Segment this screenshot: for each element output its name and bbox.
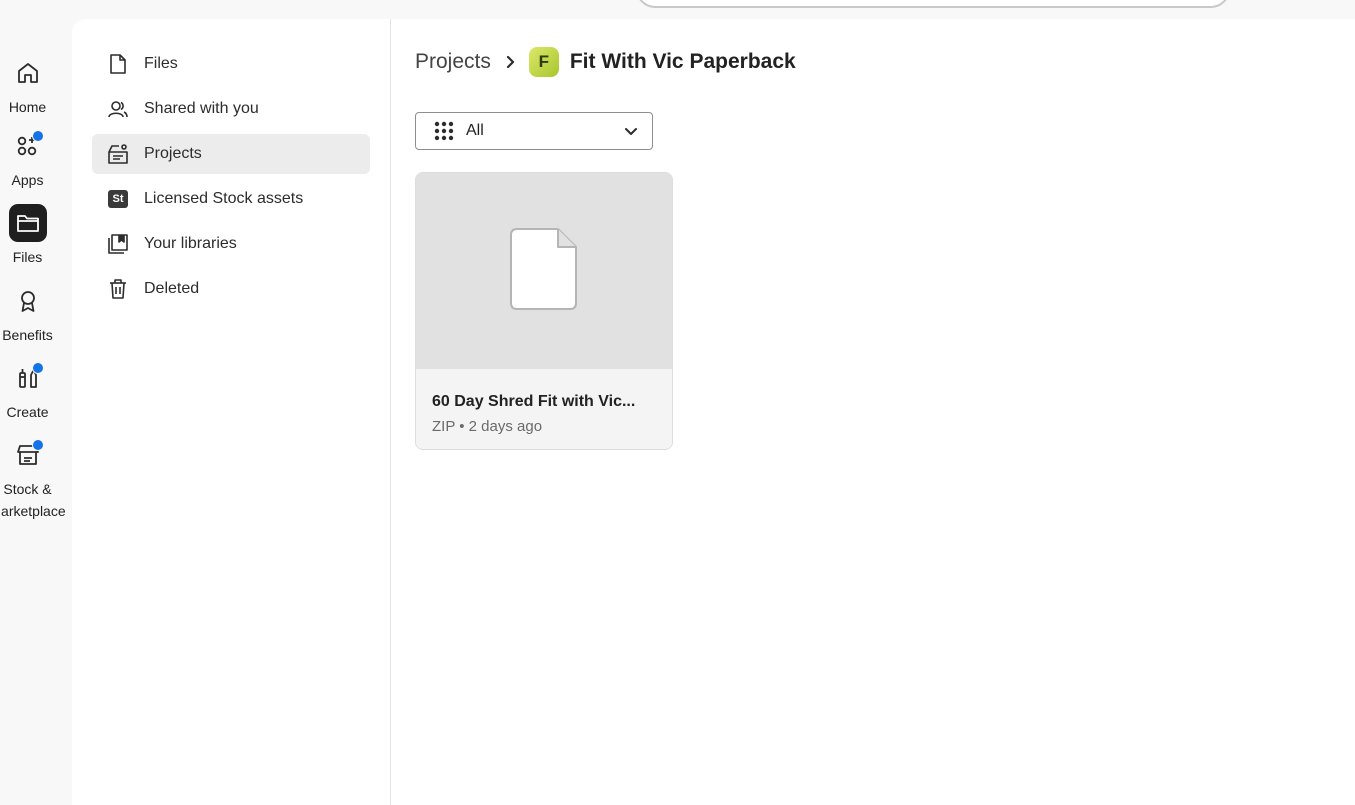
subnav-item-libraries[interactable]: Your libraries (92, 224, 370, 264)
rail-item-files[interactable]: Files (0, 204, 55, 268)
subnav-label: Your libraries (144, 235, 237, 252)
stock-badge: St (108, 190, 128, 208)
chevron-right-icon (505, 55, 515, 69)
rail-label-home: Home (8, 99, 47, 115)
breadcrumb-projects-link[interactable]: Projects (415, 50, 491, 74)
left-rail: Home Apps Files Benefits Create Stock & … (0, 40, 72, 805)
folder-icon (8, 204, 47, 242)
rail-label-stock-line2: Marketplace (0, 503, 66, 519)
people-icon (107, 98, 129, 120)
subnav-item-deleted[interactable]: Deleted (92, 269, 370, 309)
subnav-item-projects[interactable]: Projects (92, 134, 370, 174)
award-icon (9, 282, 47, 320)
subnav-item-shared[interactable]: Shared with you (92, 89, 370, 129)
grid-icon (433, 120, 455, 142)
subnav-label: Licensed Stock assets (144, 190, 304, 207)
subnav-item-files[interactable]: Files (92, 44, 370, 84)
project-avatar: F (528, 47, 559, 77)
rail-item-apps[interactable]: Apps (0, 127, 55, 191)
apps-icon (9, 127, 47, 165)
chevron-down-icon (624, 127, 638, 136)
main-content: Projects F Fit With Vic Paperback All 60… (391, 19, 1355, 805)
create-icon (9, 359, 47, 397)
content-panel: Files Shared with you Projects St Licens… (72, 19, 1355, 805)
rail-item-stock-marketplace[interactable]: Stock & Marketplace (0, 436, 66, 522)
file-card-details: 60 Day Shred Fit with Vic... ZIP • 2 day… (416, 369, 672, 449)
subnav-label: Shared with you (144, 100, 259, 117)
subnav-label: Projects (144, 145, 202, 162)
trash-icon (107, 278, 129, 300)
notification-badge (31, 362, 44, 374)
libraries-icon (107, 233, 129, 255)
file-name: 60 Day Shred Fit with Vic... (432, 393, 636, 410)
file-icon (107, 53, 129, 75)
rail-item-create[interactable]: Create (0, 359, 55, 423)
notification-badge (31, 439, 44, 451)
rail-label-stock-line1: Stock & (3, 481, 52, 497)
subnav-item-licensed-stock[interactable]: St Licensed Stock assets (92, 179, 370, 219)
rail-label-apps: Apps (11, 172, 44, 188)
stock-marketplace-icon (9, 436, 47, 474)
filter-dropdown[interactable]: All (415, 112, 653, 150)
generic-file-icon (510, 227, 578, 316)
file-card[interactable]: 60 Day Shred Fit with Vic... ZIP • 2 day… (415, 172, 673, 450)
stock-icon: St (107, 188, 129, 210)
rail-item-benefits[interactable]: Benefits (0, 282, 55, 346)
search-bar[interactable] (636, 0, 1230, 8)
file-thumbnail (416, 173, 672, 369)
page-title: Fit With Vic Paperback (569, 50, 796, 73)
files-subnav: Files Shared with you Projects St Licens… (72, 19, 391, 805)
rail-label-benefits: Benefits (2, 327, 53, 343)
rail-item-home[interactable]: Home (0, 54, 55, 118)
notification-badge (31, 130, 44, 142)
rail-label-create: Create (6, 404, 49, 420)
app-window: Home Apps Files Benefits Create Stock & … (0, 0, 1355, 805)
file-meta: ZIP • 2 days ago (432, 418, 543, 435)
projects-icon (107, 143, 129, 165)
subnav-label: Files (144, 55, 178, 72)
subnav-label: Deleted (144, 280, 200, 297)
breadcrumb: Projects F Fit With Vic Paperback (415, 46, 796, 78)
filter-selected-value: All (466, 122, 484, 139)
home-icon (9, 54, 47, 92)
rail-label-files: Files (12, 249, 43, 265)
